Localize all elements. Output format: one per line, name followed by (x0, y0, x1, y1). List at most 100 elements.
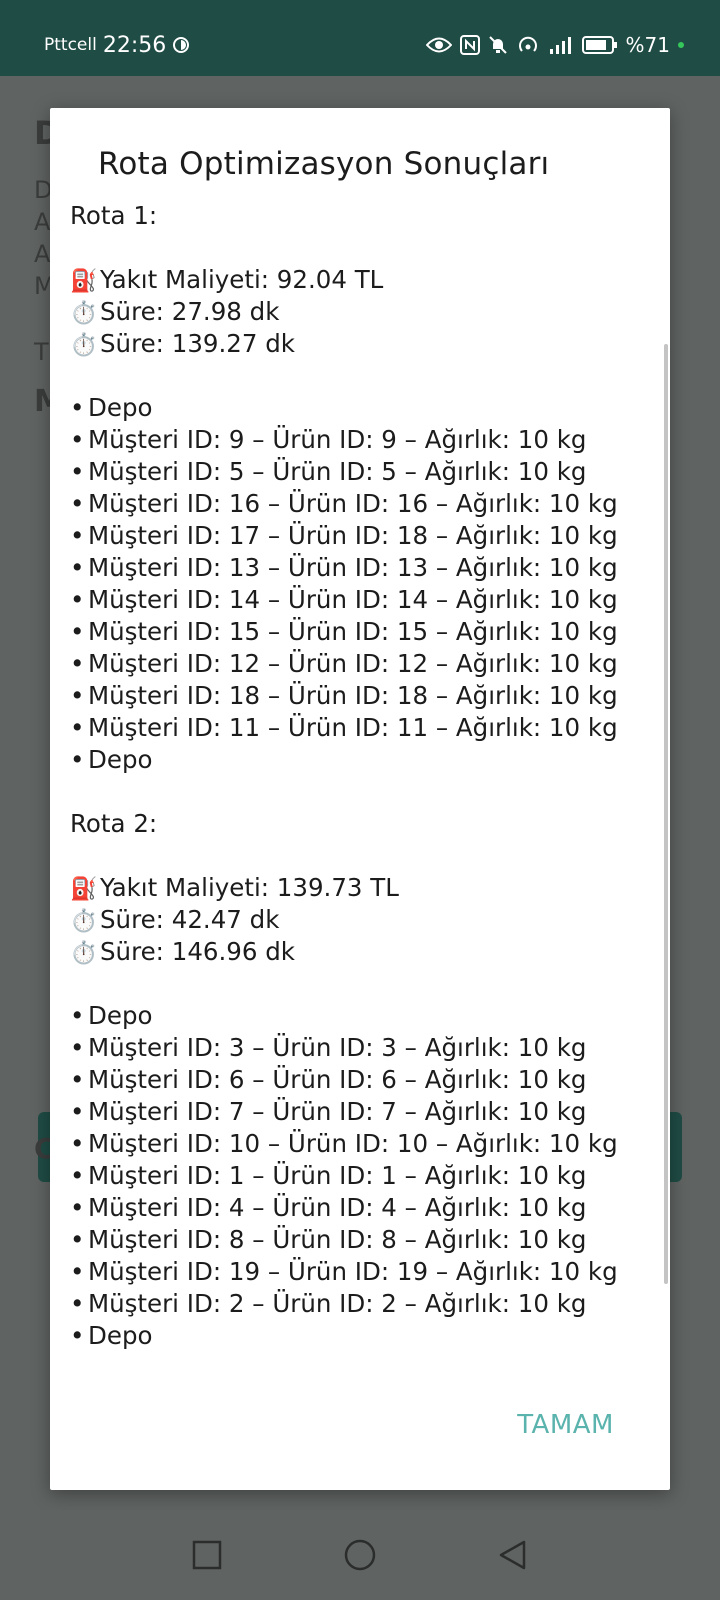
route-stop: • Müşteri ID: 7 – Ürün ID: 7 – Ağırlık: 1… (70, 1096, 650, 1128)
bullet-icon: • (70, 457, 85, 486)
stopwatch-icon: ⏱️ (70, 941, 98, 966)
route-stop-text: Müşteri ID: 2 – Ürün ID: 2 – Ağırlık: 10… (88, 1289, 587, 1318)
carrier-name: Pttcell (44, 35, 97, 55)
back-button[interactable] (490, 1532, 536, 1578)
route-stop: • Müşteri ID: 9 – Ürün ID: 9 – Ağırlık: 1… (70, 424, 650, 456)
route-stop: • Müşteri ID: 17 – Ürün ID: 18 – Ağırlık:… (70, 520, 650, 552)
route-stop-text: Müşteri ID: 9 – Ürün ID: 9 – Ağırlık: 10… (88, 425, 587, 454)
background-text: A (34, 240, 51, 268)
bullet-icon: • (70, 1225, 85, 1254)
route-stop: • Müşteri ID: 3 – Ürün ID: 3 – Ağırlık: 1… (70, 1032, 650, 1064)
dialog-message[interactable]: Rota 1: ⛽ Yakıt Maliyeti: 92.04 TL ⏱️ Süre: … (70, 200, 650, 1440)
bullet-icon: • (70, 553, 85, 582)
bullet-icon: • (70, 713, 85, 742)
dialog-title: Rota Optimizasyon Sonuçları (98, 146, 550, 182)
eye-icon (425, 36, 452, 54)
route-stop: • Müşteri ID: 12 – Ürün ID: 12 – Ağırlık:… (70, 648, 650, 680)
route-stop-text: Depo (88, 393, 153, 422)
recents-icon (192, 1540, 222, 1570)
route-stop-text: Müşteri ID: 13 – Ürün ID: 13 – Ağırlık: … (88, 553, 618, 582)
route-stat-text: Yakıt Maliyeti: 139.73 TL (100, 873, 399, 902)
route-stop: • Müşteri ID: 19 – Ürün ID: 19 – Ağırlık:… (70, 1256, 650, 1288)
route-stat-text: Süre: 139.27 dk (100, 329, 295, 358)
bullet-icon: • (70, 745, 85, 774)
signal-icon (548, 35, 574, 55)
route-stat: ⏱️ Süre: 27.98 dk (70, 296, 650, 328)
home-icon (344, 1539, 376, 1571)
route-stop-text: Müşteri ID: 14 – Ürün ID: 14 – Ağırlık: … (88, 585, 618, 614)
route-stop: • Depo (70, 744, 650, 776)
route-stop: • Müşteri ID: 18 – Ürün ID: 18 – Ağırlık:… (70, 680, 650, 712)
route-stop: • Müşteri ID: 10 – Ürün ID: 10 – Ağırlık:… (70, 1128, 650, 1160)
route-stop: • Müşteri ID: 1 – Ürün ID: 1 – Ağırlık: 1… (70, 1160, 650, 1192)
route-stop-text: Müşteri ID: 11 – Ürün ID: 11 – Ağırlık: … (88, 713, 618, 742)
route-stop: • Müşteri ID: 13 – Ürün ID: 13 – Ağırlık:… (70, 552, 650, 584)
route-stop-text: Müşteri ID: 17 – Ürün ID: 18 – Ağırlık: … (88, 521, 618, 550)
bullet-icon: • (70, 1129, 85, 1158)
route-stat: ⏱️ Süre: 146.96 dk (70, 936, 650, 968)
route-stop-text: Müşteri ID: 15 – Ürün ID: 15 – Ağırlık: … (88, 617, 618, 646)
route-stop-text: Müşteri ID: 1 – Ürün ID: 1 – Ağırlık: 10… (88, 1161, 587, 1190)
bullet-icon: • (70, 393, 85, 422)
route-stat-text: Süre: 27.98 dk (100, 297, 280, 326)
route-stop-text: Müşteri ID: 6 – Ürün ID: 6 – Ağırlık: 10… (88, 1065, 587, 1094)
bullet-icon: • (70, 1161, 85, 1190)
results-dialog: Rota Optimizasyon Sonuçları Rota 1: ⛽ Yakı… (50, 108, 670, 1490)
status-bar: Pttcell 22:56 %71 (0, 0, 720, 76)
battery-icon (581, 35, 618, 55)
bullet-icon: • (70, 1001, 85, 1030)
back-icon (499, 1540, 526, 1570)
bullet-icon: • (70, 585, 85, 614)
battery-level: %71 (625, 33, 670, 57)
route-heading: Rota 2: (70, 809, 158, 838)
route-stop-text: Depo (88, 1001, 153, 1030)
fuel-pump-icon: ⛽ (70, 269, 98, 294)
route-stop-text: Depo (88, 745, 153, 774)
route-stat-text: Yakıt Maliyeti: 92.04 TL (100, 265, 384, 294)
status-right: %71 (425, 30, 684, 60)
fuel-pump-icon: ⛽ (70, 877, 98, 902)
route-stat: ⏱️ Süre: 139.27 dk (70, 328, 650, 360)
route-stat: ⏱️ Süre: 42.47 dk (70, 904, 650, 936)
route-stop-text: Müşteri ID: 12 – Ürün ID: 12 – Ağırlık: … (88, 649, 618, 678)
ok-button[interactable]: TAMAM (507, 1404, 624, 1446)
stopwatch-icon: ⏱️ (70, 301, 98, 326)
route-stop: • Müşteri ID: 5 – Ürün ID: 5 – Ağırlık: 1… (70, 456, 650, 488)
bullet-icon: • (70, 425, 85, 454)
nfc-icon (459, 35, 480, 55)
route-stop-text: Depo (88, 1321, 153, 1350)
stopwatch-icon: ⏱️ (70, 333, 98, 358)
route-stop-text: Müşteri ID: 18 – Ürün ID: 18 – Ağırlık: … (88, 681, 618, 710)
route-stop-text: Müşteri ID: 19 – Ürün ID: 19 – Ağırlık: … (88, 1257, 618, 1286)
route-stop-text: Müşteri ID: 7 – Ürün ID: 7 – Ağırlık: 10… (88, 1097, 587, 1126)
route-heading: Rota 1: (70, 201, 158, 230)
dialog-scrollbar[interactable] (664, 344, 668, 1284)
route-stop-text: Müşteri ID: 10 – Ürün ID: 10 – Ağırlık: … (88, 1129, 618, 1158)
home-button[interactable] (337, 1532, 383, 1578)
stopwatch-icon: ⏱️ (70, 909, 98, 934)
hotspot-icon (516, 35, 540, 55)
navigation-bar (0, 1510, 720, 1600)
bullet-icon: • (70, 489, 85, 518)
route-stop: • Müşteri ID: 15 – Ürün ID: 15 – Ağırlık:… (70, 616, 650, 648)
route-stat: ⛽ Yakıt Maliyeti: 139.73 TL (70, 872, 650, 904)
route-stop: • Müşteri ID: 11 – Ürün ID: 11 – Ağırlık:… (70, 712, 650, 744)
route-stat: ⛽ Yakıt Maliyeti: 92.04 TL (70, 264, 650, 296)
status-left: Pttcell 22:56 (44, 30, 190, 60)
recents-button[interactable] (184, 1532, 230, 1578)
route-stat-text: Süre: 146.96 dk (100, 937, 295, 966)
bullet-icon: • (70, 681, 85, 710)
route-stop-text: Müşteri ID: 16 – Ürün ID: 16 – Ağırlık: … (88, 489, 618, 518)
bullet-icon: • (70, 649, 85, 678)
route-stop: • Müşteri ID: 16 – Ürün ID: 16 – Ağırlık:… (70, 488, 650, 520)
mute-icon (488, 35, 508, 55)
bullet-icon: • (70, 1065, 85, 1094)
route-stop: • Müşteri ID: 14 – Ürün ID: 14 – Ağırlık:… (70, 584, 650, 616)
route-stop-text: Müşteri ID: 5 – Ürün ID: 5 – Ağırlık: 10… (88, 457, 587, 486)
bullet-icon: • (70, 1321, 85, 1350)
route-stop: • Müşteri ID: 8 – Ürün ID: 8 – Ağırlık: 1… (70, 1224, 650, 1256)
route-stop: • Müşteri ID: 4 – Ürün ID: 4 – Ağırlık: 1… (70, 1192, 650, 1224)
